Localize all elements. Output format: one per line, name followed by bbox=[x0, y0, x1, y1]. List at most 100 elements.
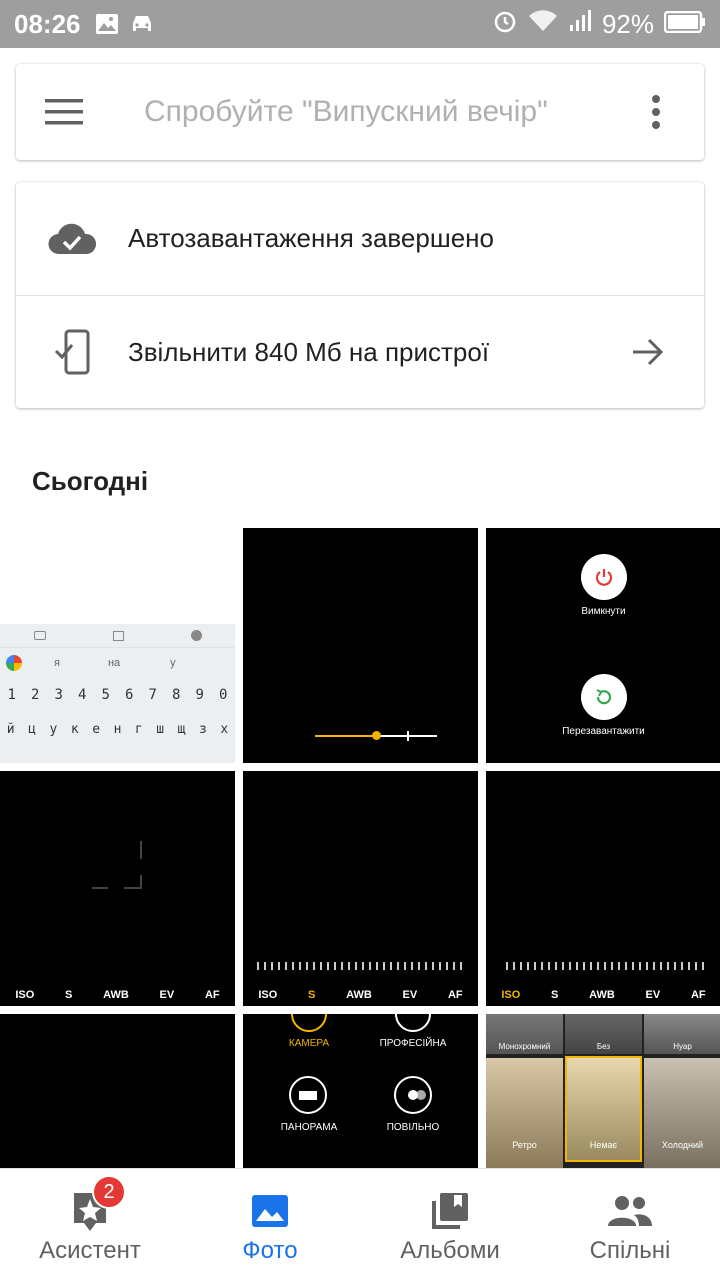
camera-setting-label: ISO bbox=[501, 989, 521, 1001]
ruler-ticks bbox=[506, 962, 706, 970]
photo-thumbnail[interactable] bbox=[0, 1014, 235, 1168]
nav-label: Фото bbox=[242, 1236, 298, 1264]
photo-thumbnail[interactable]: Монохромний Без Нуар Ретро Немає Холодни… bbox=[486, 1014, 720, 1168]
key: з bbox=[199, 721, 207, 737]
photo-thumbnail[interactable]: Вимкнути Перезавантажити bbox=[486, 528, 720, 763]
bottom-navigation: 2 Асистент Фото Альбоми Спільні bbox=[0, 1168, 720, 1280]
key: 5 bbox=[101, 687, 110, 703]
key: г bbox=[134, 721, 143, 737]
pro-mode-label: ПРОФЕСІЙНА bbox=[379, 1038, 447, 1049]
key: е bbox=[92, 721, 101, 737]
search-bar[interactable]: Спробуйте "Випускний вечір" bbox=[16, 64, 704, 160]
slider-mark bbox=[407, 731, 409, 741]
camera-setting-label: ISO bbox=[258, 989, 278, 1001]
wifi-icon bbox=[528, 9, 558, 40]
camera-setting-label: AF bbox=[690, 989, 706, 1001]
camera-setting-label: S bbox=[65, 989, 73, 1001]
photo-thumbnail[interactable]: я на у 1 2 3 4 5 6 7 8 9 0 й ц у к е н г… bbox=[0, 528, 235, 763]
arrow-forward-icon[interactable] bbox=[592, 337, 704, 367]
key: 6 bbox=[125, 687, 134, 703]
google-icon bbox=[6, 655, 22, 671]
camera-setting-label: EV bbox=[645, 989, 661, 1001]
nav-sharing[interactable]: Спільні bbox=[540, 1169, 720, 1280]
key: 2 bbox=[31, 687, 40, 703]
camera-setting-label: AWB bbox=[346, 989, 372, 1001]
camera-icon bbox=[33, 631, 46, 640]
restart-icon bbox=[581, 674, 627, 720]
status-bar: 08:26 92% bbox=[0, 0, 720, 48]
key: 4 bbox=[78, 687, 87, 703]
key: н bbox=[113, 721, 122, 737]
photo-thumbnail[interactable]: КАМЕРА ПРОФЕСІЙНА ПАНОРАМА ПОВІЛЬНО bbox=[243, 1014, 478, 1168]
photo-thumbnail[interactable] bbox=[243, 528, 478, 763]
camera-setting-label: S bbox=[551, 989, 559, 1001]
nav-label: Спільні bbox=[589, 1236, 671, 1264]
key: 1 bbox=[7, 687, 16, 703]
filter-label: Немає bbox=[589, 1140, 618, 1150]
key: ш bbox=[156, 721, 165, 737]
nav-photos[interactable]: Фото bbox=[180, 1169, 360, 1280]
filter-label: Холодний bbox=[661, 1140, 704, 1150]
filter-preview bbox=[644, 1058, 720, 1168]
key: ц bbox=[28, 721, 36, 737]
camera-setting-label: EV bbox=[402, 989, 418, 1001]
search-input[interactable]: Спробуйте "Випускний вечір" bbox=[112, 95, 608, 129]
filter-label: Ретро bbox=[512, 1140, 537, 1150]
phone-check-icon bbox=[16, 329, 128, 375]
battery-icon bbox=[663, 9, 706, 40]
panorama-label: ПАНОРАМА bbox=[280, 1122, 338, 1133]
restart-label: Перезавантажити bbox=[562, 726, 645, 737]
nav-assistant[interactable]: 2 Асистент bbox=[0, 1169, 180, 1280]
status-card: Автозавантаження завершено Звільнити 840… bbox=[16, 182, 704, 408]
slow-motion-icon bbox=[394, 1076, 432, 1114]
filter-preview bbox=[486, 1058, 563, 1168]
key: й bbox=[6, 721, 15, 737]
battery-percent: 92% bbox=[601, 8, 654, 39]
photo-icon bbox=[251, 1185, 289, 1237]
filter-label: Монохромний bbox=[498, 1042, 551, 1051]
suggestion: я bbox=[54, 657, 60, 669]
signal-icon bbox=[568, 9, 592, 40]
photo-thumbnail[interactable]: ISO S AWB EV AF bbox=[486, 771, 720, 1006]
focus-frame bbox=[92, 841, 142, 889]
key: 3 bbox=[54, 687, 63, 703]
pro-mode-icon bbox=[395, 1014, 431, 1032]
filter-label: Нуар bbox=[673, 1042, 692, 1051]
camera-setting-label: ISO bbox=[15, 989, 35, 1001]
key: к bbox=[70, 721, 79, 737]
car-icon bbox=[129, 13, 157, 35]
key: у bbox=[49, 721, 58, 737]
nav-albums[interactable]: Альбоми bbox=[360, 1169, 540, 1280]
menu-icon[interactable] bbox=[16, 64, 112, 160]
photo-thumbnail[interactable]: ISO S AWB EV AF bbox=[0, 771, 235, 1006]
key: 7 bbox=[148, 687, 157, 703]
panorama-icon bbox=[289, 1076, 327, 1114]
cloud-done-icon bbox=[16, 222, 128, 256]
suggestion: на bbox=[107, 657, 121, 669]
camera-setting-label: AWB bbox=[103, 989, 129, 1001]
more-options-icon[interactable] bbox=[608, 64, 704, 160]
notification-badge: 2 bbox=[92, 1175, 126, 1209]
key: 0 bbox=[219, 687, 228, 703]
power-off-label: Вимкнути bbox=[581, 606, 626, 617]
camera-mode-label: КАМЕРА bbox=[288, 1038, 330, 1049]
check-icon bbox=[190, 630, 202, 641]
camera-setting-label: AF bbox=[447, 989, 463, 1001]
camera-mode-icon bbox=[291, 1014, 327, 1032]
camera-setting-label: AWB bbox=[589, 989, 615, 1001]
camera-setting-label: AF bbox=[204, 989, 220, 1001]
free-space-text: Звільнити 840 Мб на пристрої bbox=[128, 336, 490, 367]
nav-label: Альбоми bbox=[400, 1236, 500, 1264]
camera-setting-label: EV bbox=[159, 989, 175, 1001]
slider-fill bbox=[315, 735, 377, 737]
backup-status-row: Автозавантаження завершено bbox=[16, 182, 704, 295]
image-icon bbox=[112, 630, 124, 641]
suggestion: у bbox=[170, 657, 176, 669]
free-space-row[interactable]: Звільнити 840 Мб на пристрої bbox=[16, 295, 704, 408]
alarm-icon bbox=[492, 8, 518, 41]
camera-setting-label: S bbox=[308, 989, 316, 1001]
photo-thumbnail[interactable]: ISO S AWB EV AF bbox=[243, 771, 478, 1006]
slow-motion-label: ПОВІЛЬНО bbox=[386, 1122, 440, 1133]
power-icon bbox=[581, 554, 627, 600]
key: 9 bbox=[195, 687, 204, 703]
